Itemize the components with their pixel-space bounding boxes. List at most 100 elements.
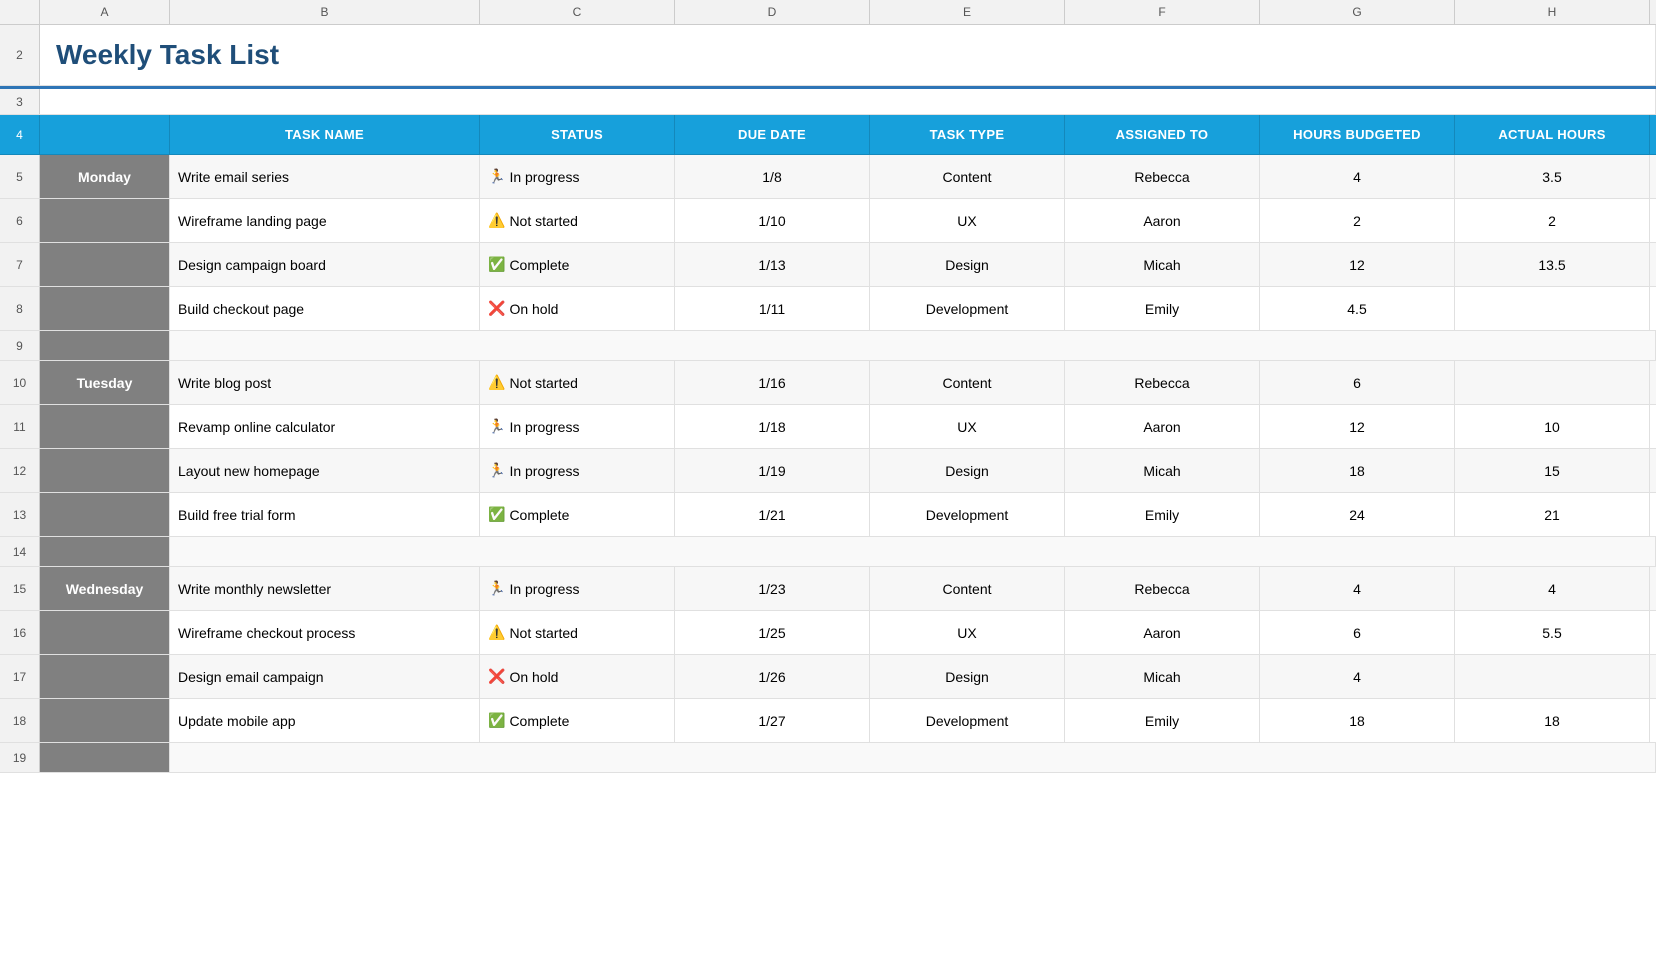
col-header-a[interactable]: A bbox=[40, 0, 170, 24]
task-status: 🏃In progress bbox=[480, 567, 675, 610]
task-type: UX bbox=[870, 199, 1065, 242]
table-row: 18 Update mobile app ✅Complete 1/27 Deve… bbox=[0, 699, 1656, 743]
day-cell-16 bbox=[40, 611, 170, 654]
day-cell-12 bbox=[40, 449, 170, 492]
due-date: 1/27 bbox=[675, 699, 870, 742]
spacer-row-14: 14 bbox=[0, 537, 1656, 567]
actual-hours: 10 bbox=[1455, 405, 1650, 448]
task-name: Design email campaign bbox=[170, 655, 480, 698]
assigned-to: Rebecca bbox=[1065, 155, 1260, 198]
table-row: 13 Build free trial form ✅Complete 1/21 … bbox=[0, 493, 1656, 537]
col-header-f[interactable]: F bbox=[1065, 0, 1260, 24]
title-row: 2 Weekly Task List bbox=[0, 25, 1656, 86]
hours-budgeted: 4.5 bbox=[1260, 287, 1455, 330]
task-name: Wireframe landing page bbox=[170, 199, 480, 242]
task-name: Write monthly newsletter bbox=[170, 567, 480, 610]
day-tuesday: Tuesday bbox=[40, 361, 170, 404]
status-icon: ⚠️ bbox=[488, 374, 505, 391]
assigned-to: Emily bbox=[1065, 287, 1260, 330]
status-icon: 🏃 bbox=[488, 168, 505, 185]
table-row: 11 Revamp online calculator 🏃In progress… bbox=[0, 405, 1656, 449]
task-status: ✅Complete bbox=[480, 493, 675, 536]
header-col-a bbox=[40, 115, 170, 154]
due-date: 1/26 bbox=[675, 655, 870, 698]
title-cell: Weekly Task List bbox=[40, 25, 1656, 85]
task-type: Design bbox=[870, 243, 1065, 286]
status-text: Not started bbox=[509, 213, 577, 229]
assigned-to: Emily bbox=[1065, 699, 1260, 742]
task-type: UX bbox=[870, 405, 1065, 448]
actual-hours: 2 bbox=[1455, 199, 1650, 242]
header-row: 4 TASK NAME STATUS DUE DATE TASK TYPE AS… bbox=[0, 115, 1656, 155]
row-num-9: 9 bbox=[0, 331, 40, 360]
row-num-15: 15 bbox=[0, 567, 40, 610]
actual-hours: 3.5 bbox=[1455, 155, 1650, 198]
spacer-row-19: 19 bbox=[0, 743, 1656, 773]
status-text: Complete bbox=[509, 713, 569, 729]
row-num-11: 11 bbox=[0, 405, 40, 448]
task-status: 🏃In progress bbox=[480, 449, 675, 492]
task-name: Revamp online calculator bbox=[170, 405, 480, 448]
hours-budgeted: 6 bbox=[1260, 361, 1455, 404]
header-task-name: TASK NAME bbox=[170, 115, 480, 154]
col-header-e[interactable]: E bbox=[870, 0, 1065, 24]
due-date: 1/25 bbox=[675, 611, 870, 654]
task-status: 🏃In progress bbox=[480, 405, 675, 448]
task-status: ✅Complete bbox=[480, 699, 675, 742]
assigned-to: Emily bbox=[1065, 493, 1260, 536]
due-date: 1/23 bbox=[675, 567, 870, 610]
spacer-a-19 bbox=[40, 743, 170, 772]
status-icon: ✅ bbox=[488, 506, 505, 523]
table-row: 7 Design campaign board ✅Complete 1/13 D… bbox=[0, 243, 1656, 287]
row-3: 3 bbox=[0, 89, 1656, 115]
hours-budgeted: 18 bbox=[1260, 449, 1455, 492]
day-cell-18 bbox=[40, 699, 170, 742]
actual-hours: 18 bbox=[1455, 699, 1650, 742]
task-type: UX bbox=[870, 611, 1065, 654]
task-status: ❌On hold bbox=[480, 655, 675, 698]
hours-budgeted: 18 bbox=[1260, 699, 1455, 742]
task-name: Update mobile app bbox=[170, 699, 480, 742]
status-icon: ⚠️ bbox=[488, 212, 505, 229]
assigned-to: Aaron bbox=[1065, 611, 1260, 654]
status-text: Complete bbox=[509, 507, 569, 523]
status-icon: ✅ bbox=[488, 712, 505, 729]
table-row: 5 Monday Write email series 🏃In progress… bbox=[0, 155, 1656, 199]
hours-budgeted: 12 bbox=[1260, 243, 1455, 286]
spacer-14 bbox=[170, 537, 1656, 566]
col-header-d[interactable]: D bbox=[675, 0, 870, 24]
day-cell-13 bbox=[40, 493, 170, 536]
assigned-to: Aaron bbox=[1065, 199, 1260, 242]
task-type: Content bbox=[870, 567, 1065, 610]
table-row: 17 Design email campaign ❌On hold 1/26 D… bbox=[0, 655, 1656, 699]
day-cell-8 bbox=[40, 287, 170, 330]
day-monday: Monday bbox=[40, 155, 170, 198]
col-header-h[interactable]: H bbox=[1455, 0, 1650, 24]
header-hours-budgeted: HOURS BUDGETED bbox=[1260, 115, 1455, 154]
col-header-b[interactable]: B bbox=[170, 0, 480, 24]
table-row: 16 Wireframe checkout process ⚠️Not star… bbox=[0, 611, 1656, 655]
task-status: ⚠️Not started bbox=[480, 611, 675, 654]
actual-hours bbox=[1455, 655, 1650, 698]
row-num-10: 10 bbox=[0, 361, 40, 404]
col-header-g[interactable]: G bbox=[1260, 0, 1455, 24]
row-num-13: 13 bbox=[0, 493, 40, 536]
row-num-4: 4 bbox=[0, 115, 40, 154]
row-num-5: 5 bbox=[0, 155, 40, 198]
day-cell-11 bbox=[40, 405, 170, 448]
task-type: Design bbox=[870, 655, 1065, 698]
due-date: 1/19 bbox=[675, 449, 870, 492]
task-status: ⚠️Not started bbox=[480, 199, 675, 242]
spacer-a-9 bbox=[40, 331, 170, 360]
spreadsheet: A B C D E F G H 2 Weekly Task List 3 4 T… bbox=[0, 0, 1656, 964]
row-num-6: 6 bbox=[0, 199, 40, 242]
status-icon: ❌ bbox=[488, 300, 505, 317]
col-header-c[interactable]: C bbox=[480, 0, 675, 24]
row-num-18: 18 bbox=[0, 699, 40, 742]
status-icon: 🏃 bbox=[488, 580, 505, 597]
task-type: Development bbox=[870, 287, 1065, 330]
task-type: Development bbox=[870, 493, 1065, 536]
page-title: Weekly Task List bbox=[48, 39, 279, 71]
task-type: Content bbox=[870, 155, 1065, 198]
status-icon: ✅ bbox=[488, 256, 505, 273]
